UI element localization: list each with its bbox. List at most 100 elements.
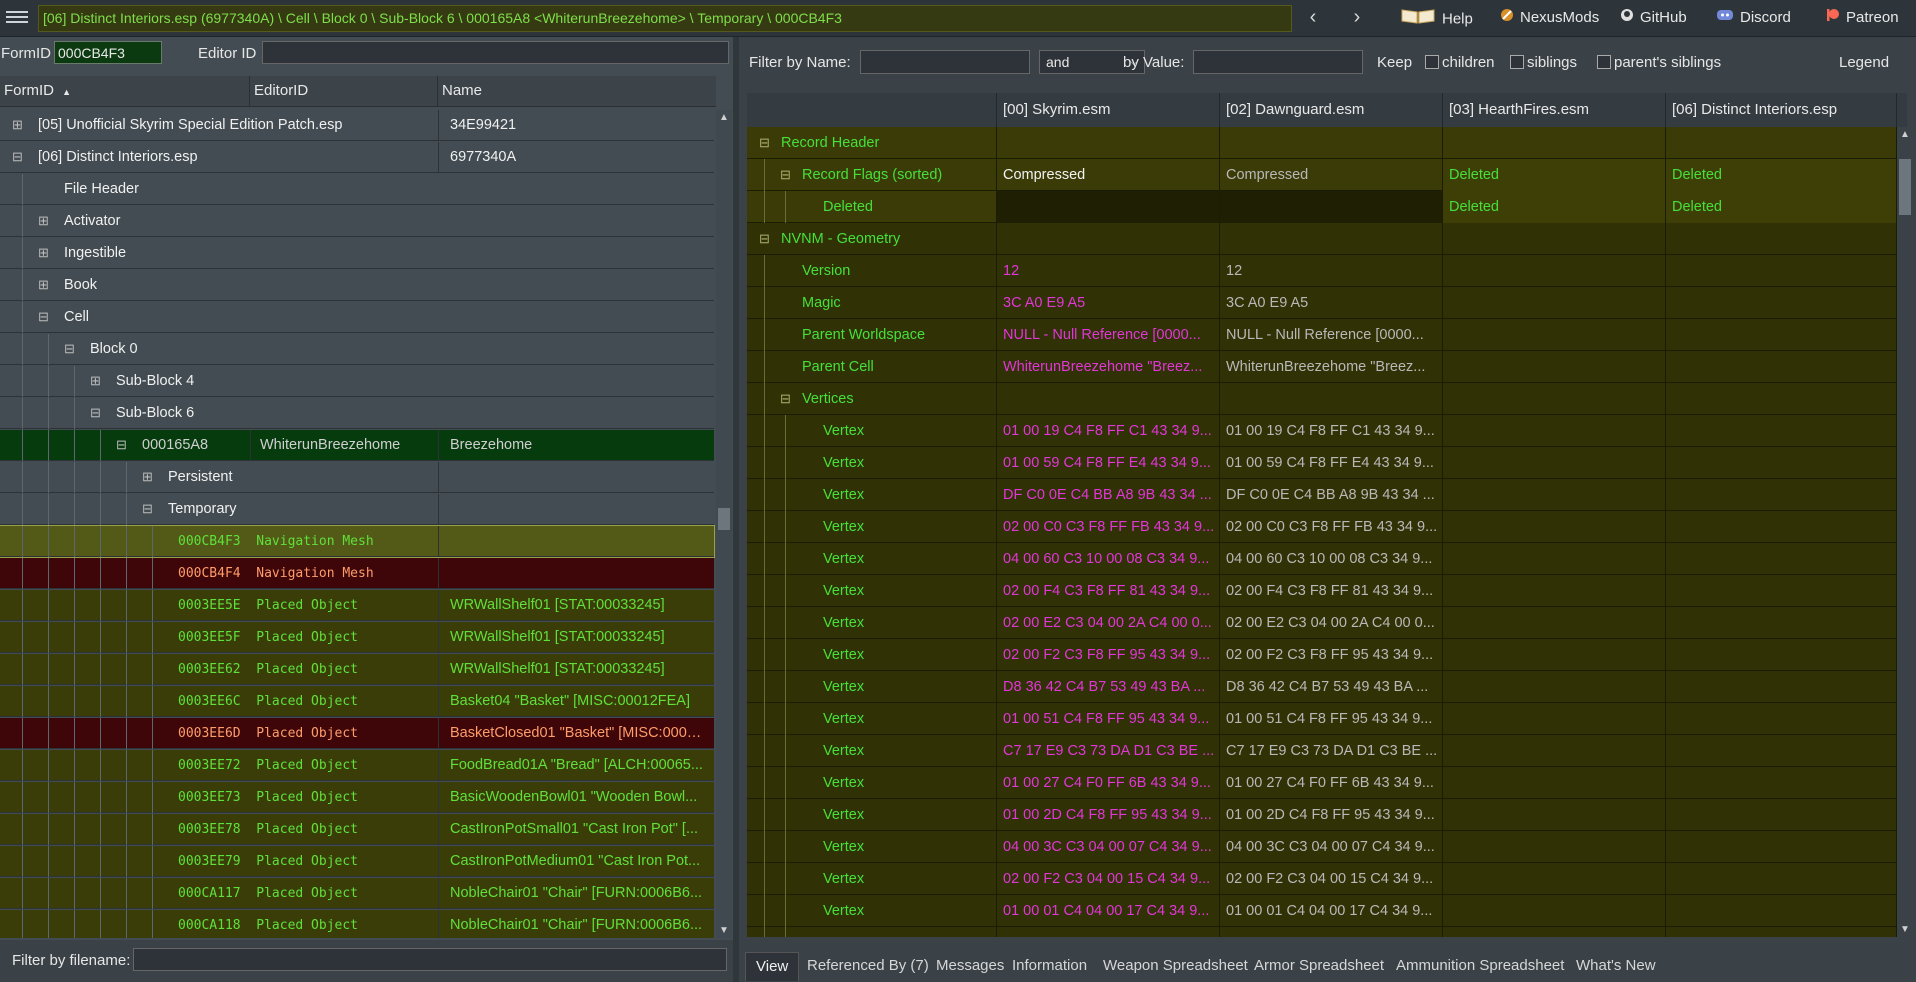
hamburger-menu-icon[interactable] <box>6 8 28 26</box>
keep-parents-siblings-checkbox[interactable] <box>1597 55 1611 69</box>
grid-cell-dawnguard-value[interactable]: 01 00 01 C4 04 00 17 C4 34 9... <box>1220 895 1443 927</box>
expand-icon[interactable]: ⊞ <box>38 206 49 237</box>
grid-cell-dawnguard-value[interactable]: 01 00 2D C4 F8 FF 95 43 34 9... <box>1220 799 1443 831</box>
grid-cell-distinct-interiors-value[interactable] <box>1666 575 1897 607</box>
grid-row[interactable]: Parent Cell WhiterunBreezehome "Breez... W… <box>747 351 1897 383</box>
grid-row[interactable]: Parent Worldspace NULL - Null Reference [… <box>747 319 1897 351</box>
grid-cell-skyrim-value[interactable]: 02 00 F2 C3 04 00 15 C4 34 9... <box>997 863 1220 895</box>
record-comparison-grid[interactable]: ⊟ Record Header ⊟ Record Flags (sorted) Comp… <box>747 127 1897 937</box>
grid-cell-distinct-interiors-value[interactable] <box>1666 671 1897 703</box>
tree-row[interactable]: 0003EE72 Placed Object FoodBread01A "Brea… <box>0 750 714 781</box>
grid-cell-skyrim-value[interactable]: Compressed <box>997 159 1220 191</box>
grid-cell-dawnguard-value[interactable]: WhiterunBreezehome "Breez... <box>1220 351 1443 383</box>
grid-cell-distinct-interiors-value[interactable] <box>1666 799 1897 831</box>
tab-armor-spreadsheet[interactable]: Armor Spreadsheet <box>1254 952 1384 980</box>
grid-cell-dawnguard-value[interactable]: 01 00 11 C4 08 00 FA C3 34 9... <box>1220 927 1443 937</box>
grid-cell-distinct-interiors-value[interactable] <box>1666 255 1897 287</box>
column-editorid[interactable]: EditorID <box>250 76 438 106</box>
grid-cell-dawnguard-value[interactable]: 02 00 E2 C3 04 00 2A C4 00 0... <box>1220 607 1443 639</box>
tab-referenced-by[interactable]: Referenced By (7) <box>807 952 929 980</box>
chevron-right-icon[interactable]: › <box>1346 6 1368 30</box>
grid-cell-distinct-interiors-value[interactable] <box>1666 223 1897 255</box>
grid-cell-hearthfires-value[interactable] <box>1443 319 1666 351</box>
grid-cell-skyrim-value[interactable]: 02 00 F4 C3 F8 FF 81 43 34 9... <box>997 575 1220 607</box>
grid-cell-dawnguard-value[interactable]: DF C0 0E C4 BB A8 9B 43 34 ... <box>1220 479 1443 511</box>
grid-cell-distinct-interiors-value[interactable] <box>1666 351 1897 383</box>
grid-cell-hearthfires-value[interactable] <box>1443 863 1666 895</box>
grid-row[interactable]: Vertex 02 00 F2 C3 F8 FF 95 43 34 9... 02 … <box>747 639 1897 671</box>
collapse-icon[interactable]: ⊟ <box>142 494 153 525</box>
grid-cell-dawnguard-value[interactable]: 02 00 C0 C3 F8 FF FB 43 34 9... <box>1220 511 1443 543</box>
grid-cell-skyrim-value[interactable]: 3C A0 E9 A5 <box>997 287 1220 319</box>
grid-cell-dawnguard-value[interactable]: D8 36 42 C4 B7 53 49 43 BA ... <box>1220 671 1443 703</box>
column-name[interactable]: Name <box>438 76 716 106</box>
grid-cell-skyrim-value[interactable]: 01 00 2D C4 F8 FF 95 43 34 9... <box>997 799 1220 831</box>
grid-cell-distinct-interiors-value[interactable] <box>1666 735 1897 767</box>
grid-cell-dawnguard-value[interactable]: 01 00 59 C4 F8 FF E4 43 34 9... <box>1220 447 1443 479</box>
keep-children-checkbox[interactable] <box>1425 55 1439 69</box>
column-formid[interactable]: FormID ▲ <box>0 76 250 106</box>
grid-cell-hearthfires-value[interactable] <box>1443 927 1666 937</box>
grid-cell-dawnguard-value[interactable]: 02 00 F4 C3 F8 FF 81 43 34 9... <box>1220 575 1443 607</box>
grid-cell-dawnguard-value[interactable]: Compressed <box>1220 159 1443 191</box>
grid-cell-distinct-interiors-value[interactable] <box>1666 319 1897 351</box>
filter-by-value-input[interactable] <box>1193 50 1363 74</box>
tab-view[interactable]: View <box>745 952 800 981</box>
grid-cell-hearthfires-value[interactable] <box>1443 543 1666 575</box>
grid-cell-hearthfires-value[interactable] <box>1443 639 1666 671</box>
expand-icon[interactable]: ⊞ <box>12 110 23 141</box>
filename-filter-input[interactable] <box>133 948 727 971</box>
chevron-left-icon[interactable]: ‹ <box>1302 6 1324 30</box>
grid-cell-distinct-interiors-value[interactable]: Deleted <box>1666 191 1897 223</box>
grid-cell-dawnguard-value[interactable]: C7 17 E9 C3 73 DA D1 C3 BE ... <box>1220 735 1443 767</box>
tree-row[interactable]: ⊟ [06] Distinct Interiors.esp 6977340A <box>0 142 714 173</box>
tree-row[interactable]: 000CA117 Placed Object NobleChair01 "Chai… <box>0 878 714 909</box>
tree-row[interactable]: 0003EE6C Placed Object Basket04 "Basket" … <box>0 686 714 717</box>
grid-cell-distinct-interiors-value[interactable] <box>1666 831 1897 863</box>
grid-cell-skyrim-value[interactable]: 02 00 F2 C3 F8 FF 95 43 34 9... <box>997 639 1220 671</box>
grid-row[interactable]: Magic 3C A0 E9 A5 3C A0 E9 A5 <box>747 287 1897 319</box>
grid-cell-dawnguard-value[interactable] <box>1220 127 1443 159</box>
grid-row[interactable]: Vertex DF C0 0E C4 BB A8 9B 43 34 ... DF C… <box>747 479 1897 511</box>
tree-row[interactable]: 0003EE6D Placed Object BasketClosed01 "Ba… <box>0 718 714 749</box>
grid-cell-dawnguard-value[interactable]: 02 00 F2 C3 04 00 15 C4 34 9... <box>1220 863 1443 895</box>
tree-row[interactable]: 0003EE79 Placed Object CastIronPotMedium0… <box>0 846 714 877</box>
grid-cell-skyrim-value[interactable]: WhiterunBreezehome "Breez... <box>997 351 1220 383</box>
patreon-link[interactable]: Patreon <box>1826 7 1899 29</box>
grid-cell-hearthfires-value[interactable] <box>1443 287 1666 319</box>
grid-row[interactable]: Vertex 01 00 11 C4 08 00 FA C3 34 9...01 … <box>747 927 1897 937</box>
grid-row[interactable]: Deleted Deleted Deleted <box>747 191 1897 223</box>
tree-row[interactable]: ⊟ Temporary <box>0 494 714 525</box>
grid-row[interactable]: Version 12 12 <box>747 255 1897 287</box>
tree-row[interactable]: 000CB4F3 Navigation Mesh <box>0 525 715 558</box>
scrollbar-thumb[interactable] <box>718 508 730 530</box>
grid-row[interactable]: Vertex C7 17 E9 C3 73 DA D1 C3 BE ... C7 1… <box>747 735 1897 767</box>
tab-messages[interactable]: Messages <box>936 952 1004 980</box>
grid-cell-skyrim-value[interactable]: 01 00 27 C4 F0 FF 6B 43 34 9... <box>997 767 1220 799</box>
tab-weapon-spreadsheet[interactable]: Weapon Spreadsheet <box>1103 952 1248 980</box>
grid-cell-dawnguard-value[interactable]: NULL - Null Reference [0000... <box>1220 319 1443 351</box>
collapse-icon[interactable]: ⊟ <box>90 398 101 429</box>
tree-row[interactable]: ⊞ Activator <box>0 206 714 237</box>
tree-row[interactable]: ⊞ Ingestible <box>0 238 714 269</box>
tree-row[interactable]: 0003EE5E Placed Object WRWallShelf01 [STA… <box>0 590 714 621</box>
grid-row[interactable]: Vertex 01 00 19 C4 F8 FF C1 43 34 9... 01 … <box>747 415 1897 447</box>
tree-row[interactable]: 0003EE5F Placed Object WRWallShelf01 [STA… <box>0 622 714 653</box>
tree-row[interactable]: File Header <box>0 174 714 205</box>
grid-cell-skyrim-value[interactable] <box>997 191 1220 223</box>
grid-cell-skyrim-value[interactable]: 04 00 60 C3 10 00 08 C3 34 9... <box>997 543 1220 575</box>
grid-row[interactable]: Vertex 02 00 E2 C3 04 00 2A C4 00 0... 02 … <box>747 607 1897 639</box>
grid-cell-distinct-interiors-value[interactable] <box>1666 927 1897 937</box>
record-tree[interactable]: ⊞ [05] Unofficial Skyrim Special Edition … <box>0 110 716 938</box>
grid-cell-skyrim-value[interactable]: 01 00 19 C4 F8 FF C1 43 34 9... <box>997 415 1220 447</box>
grid-cell-dawnguard-value[interactable]: 3C A0 E9 A5 <box>1220 287 1443 319</box>
grid-row[interactable]: Vertex 01 00 51 C4 F8 FF 95 43 34 9... 01 … <box>747 703 1897 735</box>
grid-cell-distinct-interiors-value[interactable] <box>1666 447 1897 479</box>
grid-cell-dawnguard-value[interactable]: 04 00 3C C3 04 00 07 C4 34 9... <box>1220 831 1443 863</box>
tree-row[interactable]: ⊞ [05] Unofficial Skyrim Special Edition … <box>0 110 714 141</box>
collapse-icon[interactable]: ⊟ <box>12 142 23 173</box>
editorid-input[interactable] <box>262 41 729 64</box>
grid-cell-hearthfires-value[interactable] <box>1443 799 1666 831</box>
grid-cell-hearthfires-value[interactable] <box>1443 479 1666 511</box>
grid-row[interactable]: ⊟ Record Flags (sorted) Compressed Compress… <box>747 159 1897 191</box>
